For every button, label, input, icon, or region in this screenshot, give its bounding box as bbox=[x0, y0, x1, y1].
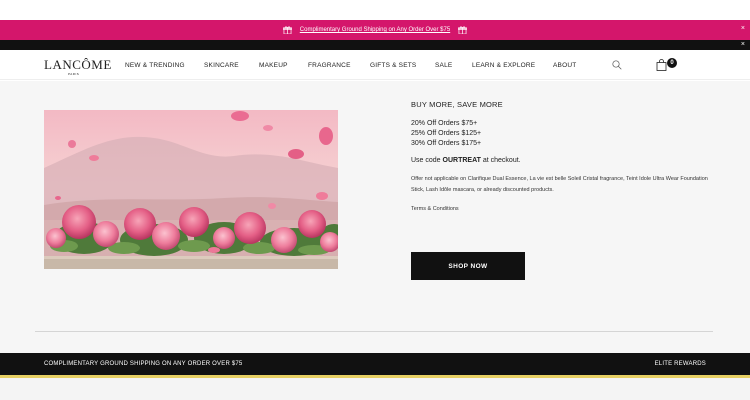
offer-fine-print: Offer not applicable on Clarifique Dual … bbox=[411, 176, 708, 193]
top-spacer bbox=[0, 0, 750, 20]
nav-skincare[interactable]: SKINCARE bbox=[204, 62, 239, 69]
footer-shipping-text: COMPLIMENTARY GROUND SHIPPING ON ANY ORD… bbox=[44, 361, 243, 367]
promo-code-line: Use code OURTREAT at checkout. bbox=[411, 157, 711, 164]
promo-banner: Complimentary Ground Shipping on Any Ord… bbox=[0, 20, 750, 40]
promo-code: OURTREAT bbox=[442, 157, 481, 164]
elite-rewards-link[interactable]: ELITE REWARDS bbox=[655, 361, 706, 367]
close-icon[interactable]: × bbox=[741, 40, 745, 50]
promo-code-suffix: at checkout. bbox=[480, 157, 521, 164]
brand-logo[interactable]: LANCÔME bbox=[44, 57, 112, 73]
nav-new-trending[interactable]: NEW & TRENDING bbox=[125, 62, 185, 69]
main-navigation: LANCÔME PARIS NEW & TRENDING SKINCARE MA… bbox=[0, 50, 750, 80]
nav-fragrance[interactable]: FRAGRANCE bbox=[308, 62, 351, 69]
brand-logo-sub: PARIS bbox=[68, 72, 80, 76]
terms-link[interactable]: Terms & Conditions bbox=[411, 206, 711, 212]
cart-count-badge: 0 bbox=[667, 58, 677, 68]
promo-section: BUY MORE, SAVE MORE 20% Off Orders $75+ … bbox=[0, 81, 750, 353]
nav-sale[interactable]: SALE bbox=[435, 62, 452, 69]
offer-tier: 20% Off Orders $75+ bbox=[411, 120, 478, 127]
announcement-bar: × bbox=[0, 40, 750, 50]
promo-link[interactable]: Complimentary Ground Shipping on Any Ord… bbox=[300, 27, 450, 33]
shopping-bag-icon[interactable] bbox=[656, 59, 667, 71]
offer-heading: BUY MORE, SAVE MORE bbox=[411, 100, 503, 109]
section-divider bbox=[35, 331, 713, 332]
roses-illustration bbox=[44, 110, 338, 269]
footer-bar: COMPLIMENTARY GROUND SHIPPING ON ANY ORD… bbox=[0, 353, 750, 375]
promo-code-prefix: Use code bbox=[411, 157, 443, 164]
gift-icon bbox=[282, 26, 292, 34]
shop-now-button[interactable]: SHOP NOW bbox=[411, 252, 525, 280]
offer-tiers: 20% Off Orders $75+ 25% Off Orders $125+… bbox=[411, 119, 711, 149]
hero-image-roses[interactable] bbox=[44, 110, 338, 269]
offer-details: BUY MORE, SAVE MORE 20% Off Orders $75+ … bbox=[411, 100, 711, 212]
offer-tier: 25% Off Orders $125+ bbox=[411, 130, 482, 137]
bottom-spacer bbox=[0, 378, 750, 400]
nav-about[interactable]: ABOUT bbox=[553, 62, 576, 69]
gift-icon bbox=[458, 26, 468, 34]
close-icon[interactable]: × bbox=[741, 25, 745, 32]
offer-tier: 30% Off Orders $175+ bbox=[411, 140, 482, 147]
search-icon[interactable] bbox=[612, 60, 622, 70]
nav-makeup[interactable]: MAKEUP bbox=[259, 62, 288, 69]
nav-gifts-sets[interactable]: GIFTS & SETS bbox=[370, 62, 416, 69]
nav-learn-explore[interactable]: LEARN & EXPLORE bbox=[472, 62, 535, 69]
